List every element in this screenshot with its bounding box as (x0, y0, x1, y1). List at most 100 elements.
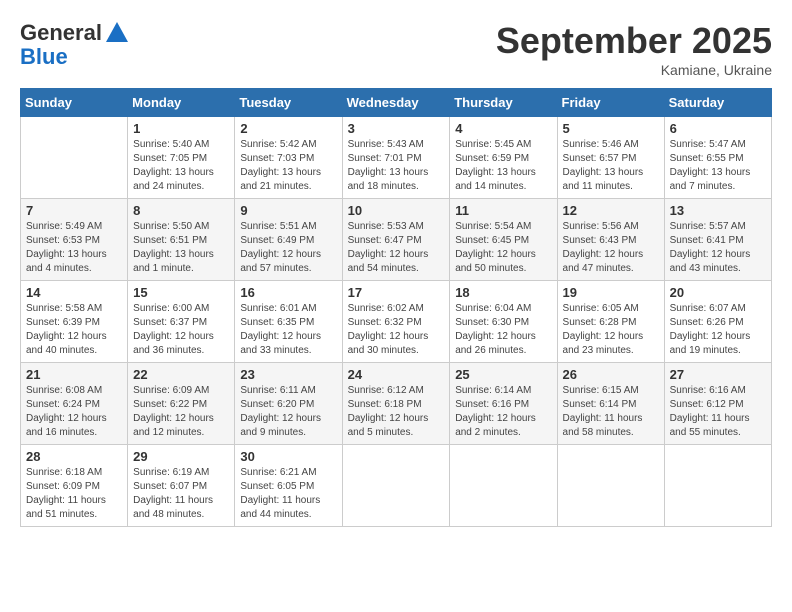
calendar-cell: 8 Sunrise: 5:50 AM Sunset: 6:51 PM Daylig… (128, 199, 235, 281)
calendar-cell (450, 445, 557, 527)
day-number: 11 (455, 203, 551, 218)
day-number: 25 (455, 367, 551, 382)
day-number: 16 (240, 285, 336, 300)
logo-icon (104, 20, 130, 46)
col-header-saturday: Saturday (664, 89, 771, 117)
day-number: 5 (563, 121, 659, 136)
calendar-cell: 24 Sunrise: 6:12 AM Sunset: 6:18 PM Dayli… (342, 363, 450, 445)
col-header-wednesday: Wednesday (342, 89, 450, 117)
day-number: 1 (133, 121, 229, 136)
calendar-cell (664, 445, 771, 527)
day-info: Sunrise: 5:49 AM Sunset: 6:53 PM Dayligh… (26, 220, 122, 276)
day-info: Sunrise: 6:00 AM Sunset: 6:37 PM Dayligh… (133, 302, 229, 358)
day-info: Sunrise: 6:18 AM Sunset: 6:09 PM Dayligh… (26, 466, 122, 522)
day-info: Sunrise: 6:09 AM Sunset: 6:22 PM Dayligh… (133, 384, 229, 440)
day-number: 30 (240, 449, 336, 464)
day-number: 7 (26, 203, 122, 218)
day-number: 22 (133, 367, 229, 382)
calendar-cell: 3 Sunrise: 5:43 AM Sunset: 7:01 PM Daylig… (342, 117, 450, 199)
calendar-week-3: 14 Sunrise: 5:58 AM Sunset: 6:39 PM Dayli… (21, 281, 772, 363)
calendar-cell: 18 Sunrise: 6:04 AM Sunset: 6:30 PM Dayli… (450, 281, 557, 363)
calendar-week-2: 7 Sunrise: 5:49 AM Sunset: 6:53 PM Daylig… (21, 199, 772, 281)
day-info: Sunrise: 5:50 AM Sunset: 6:51 PM Dayligh… (133, 220, 229, 276)
col-header-tuesday: Tuesday (235, 89, 342, 117)
logo: General Blue (20, 20, 132, 68)
day-info: Sunrise: 6:01 AM Sunset: 6:35 PM Dayligh… (240, 302, 336, 358)
col-header-sunday: Sunday (21, 89, 128, 117)
day-number: 3 (348, 121, 445, 136)
day-number: 21 (26, 367, 122, 382)
logo-blue: Blue (20, 46, 132, 68)
col-header-monday: Monday (128, 89, 235, 117)
day-number: 23 (240, 367, 336, 382)
calendar-cell: 6 Sunrise: 5:47 AM Sunset: 6:55 PM Daylig… (664, 117, 771, 199)
page-header: General Blue September 2025 Kamiane, Ukr… (20, 20, 772, 78)
logo-general: General (20, 20, 102, 46)
calendar-cell: 4 Sunrise: 5:45 AM Sunset: 6:59 PM Daylig… (450, 117, 557, 199)
day-info: Sunrise: 5:54 AM Sunset: 6:45 PM Dayligh… (455, 220, 551, 276)
day-info: Sunrise: 5:58 AM Sunset: 6:39 PM Dayligh… (26, 302, 122, 358)
calendar-cell: 13 Sunrise: 5:57 AM Sunset: 6:41 PM Dayli… (664, 199, 771, 281)
col-header-friday: Friday (557, 89, 664, 117)
calendar-cell: 7 Sunrise: 5:49 AM Sunset: 6:53 PM Daylig… (21, 199, 128, 281)
day-info: Sunrise: 5:57 AM Sunset: 6:41 PM Dayligh… (670, 220, 766, 276)
day-info: Sunrise: 5:51 AM Sunset: 6:49 PM Dayligh… (240, 220, 336, 276)
day-info: Sunrise: 5:47 AM Sunset: 6:55 PM Dayligh… (670, 138, 766, 194)
day-info: Sunrise: 6:12 AM Sunset: 6:18 PM Dayligh… (348, 384, 445, 440)
day-number: 29 (133, 449, 229, 464)
day-info: Sunrise: 6:14 AM Sunset: 6:16 PM Dayligh… (455, 384, 551, 440)
calendar-cell: 27 Sunrise: 6:16 AM Sunset: 6:12 PM Dayli… (664, 363, 771, 445)
day-number: 12 (563, 203, 659, 218)
day-number: 6 (670, 121, 766, 136)
day-number: 20 (670, 285, 766, 300)
day-info: Sunrise: 6:08 AM Sunset: 6:24 PM Dayligh… (26, 384, 122, 440)
day-number: 17 (348, 285, 445, 300)
day-info: Sunrise: 5:45 AM Sunset: 6:59 PM Dayligh… (455, 138, 551, 194)
calendar-cell (342, 445, 450, 527)
day-number: 24 (348, 367, 445, 382)
col-header-thursday: Thursday (450, 89, 557, 117)
day-info: Sunrise: 5:46 AM Sunset: 6:57 PM Dayligh… (563, 138, 659, 194)
day-number: 28 (26, 449, 122, 464)
calendar-cell: 19Sunrise: 6:05 AM Sunset: 6:28 PM Dayli… (557, 281, 664, 363)
calendar-cell: 25 Sunrise: 6:14 AM Sunset: 6:16 PM Dayli… (450, 363, 557, 445)
day-number: 26 (563, 367, 659, 382)
day-info: Sunrise: 6:15 AM Sunset: 6:14 PM Dayligh… (563, 384, 659, 440)
day-info: Sunrise: 6:11 AM Sunset: 6:20 PM Dayligh… (240, 384, 336, 440)
calendar-cell: 15 Sunrise: 6:00 AM Sunset: 6:37 PM Dayli… (128, 281, 235, 363)
day-info: Sunrise: 5:43 AM Sunset: 7:01 PM Dayligh… (348, 138, 445, 194)
calendar-week-1: 1Sunrise: 5:40 AM Sunset: 7:05 PM Daylig… (21, 117, 772, 199)
day-info: Sunrise: 6:16 AM Sunset: 6:12 PM Dayligh… (670, 384, 766, 440)
month-title: September 2025 (496, 20, 772, 62)
day-info: Sunrise: 5:56 AM Sunset: 6:43 PM Dayligh… (563, 220, 659, 276)
calendar-cell: 1Sunrise: 5:40 AM Sunset: 7:05 PM Daylig… (128, 117, 235, 199)
day-number: 19 (563, 285, 659, 300)
calendar-cell: 17Sunrise: 6:02 AM Sunset: 6:32 PM Dayli… (342, 281, 450, 363)
day-info: Sunrise: 6:21 AM Sunset: 6:05 PM Dayligh… (240, 466, 336, 522)
calendar-cell: 30 Sunrise: 6:21 AM Sunset: 6:05 PM Dayli… (235, 445, 342, 527)
day-number: 18 (455, 285, 551, 300)
calendar-cell: 28 Sunrise: 6:18 AM Sunset: 6:09 PM Dayli… (21, 445, 128, 527)
calendar-cell (21, 117, 128, 199)
calendar-cell: 14 Sunrise: 5:58 AM Sunset: 6:39 PM Dayli… (21, 281, 128, 363)
calendar-week-4: 21 Sunrise: 6:08 AM Sunset: 6:24 PM Dayli… (21, 363, 772, 445)
title-block: September 2025 Kamiane, Ukraine (496, 20, 772, 78)
calendar-header-row: SundayMondayTuesdayWednesdayThursdayFrid… (21, 89, 772, 117)
day-number: 14 (26, 285, 122, 300)
calendar-cell: 23 Sunrise: 6:11 AM Sunset: 6:20 PM Dayli… (235, 363, 342, 445)
calendar-cell (557, 445, 664, 527)
calendar-table: SundayMondayTuesdayWednesdayThursdayFrid… (20, 88, 772, 527)
day-info: Sunrise: 6:04 AM Sunset: 6:30 PM Dayligh… (455, 302, 551, 358)
day-number: 13 (670, 203, 766, 218)
day-number: 4 (455, 121, 551, 136)
calendar-cell: 11 Sunrise: 5:54 AM Sunset: 6:45 PM Dayli… (450, 199, 557, 281)
day-info: Sunrise: 6:07 AM Sunset: 6:26 PM Dayligh… (670, 302, 766, 358)
day-number: 27 (670, 367, 766, 382)
location: Kamiane, Ukraine (496, 62, 772, 78)
day-number: 8 (133, 203, 229, 218)
calendar-cell: 20 Sunrise: 6:07 AM Sunset: 6:26 PM Dayli… (664, 281, 771, 363)
calendar-cell: 9Sunrise: 5:51 AM Sunset: 6:49 PM Daylig… (235, 199, 342, 281)
day-number: 15 (133, 285, 229, 300)
calendar-cell: 22 Sunrise: 6:09 AM Sunset: 6:22 PM Dayli… (128, 363, 235, 445)
day-info: Sunrise: 5:53 AM Sunset: 6:47 PM Dayligh… (348, 220, 445, 276)
